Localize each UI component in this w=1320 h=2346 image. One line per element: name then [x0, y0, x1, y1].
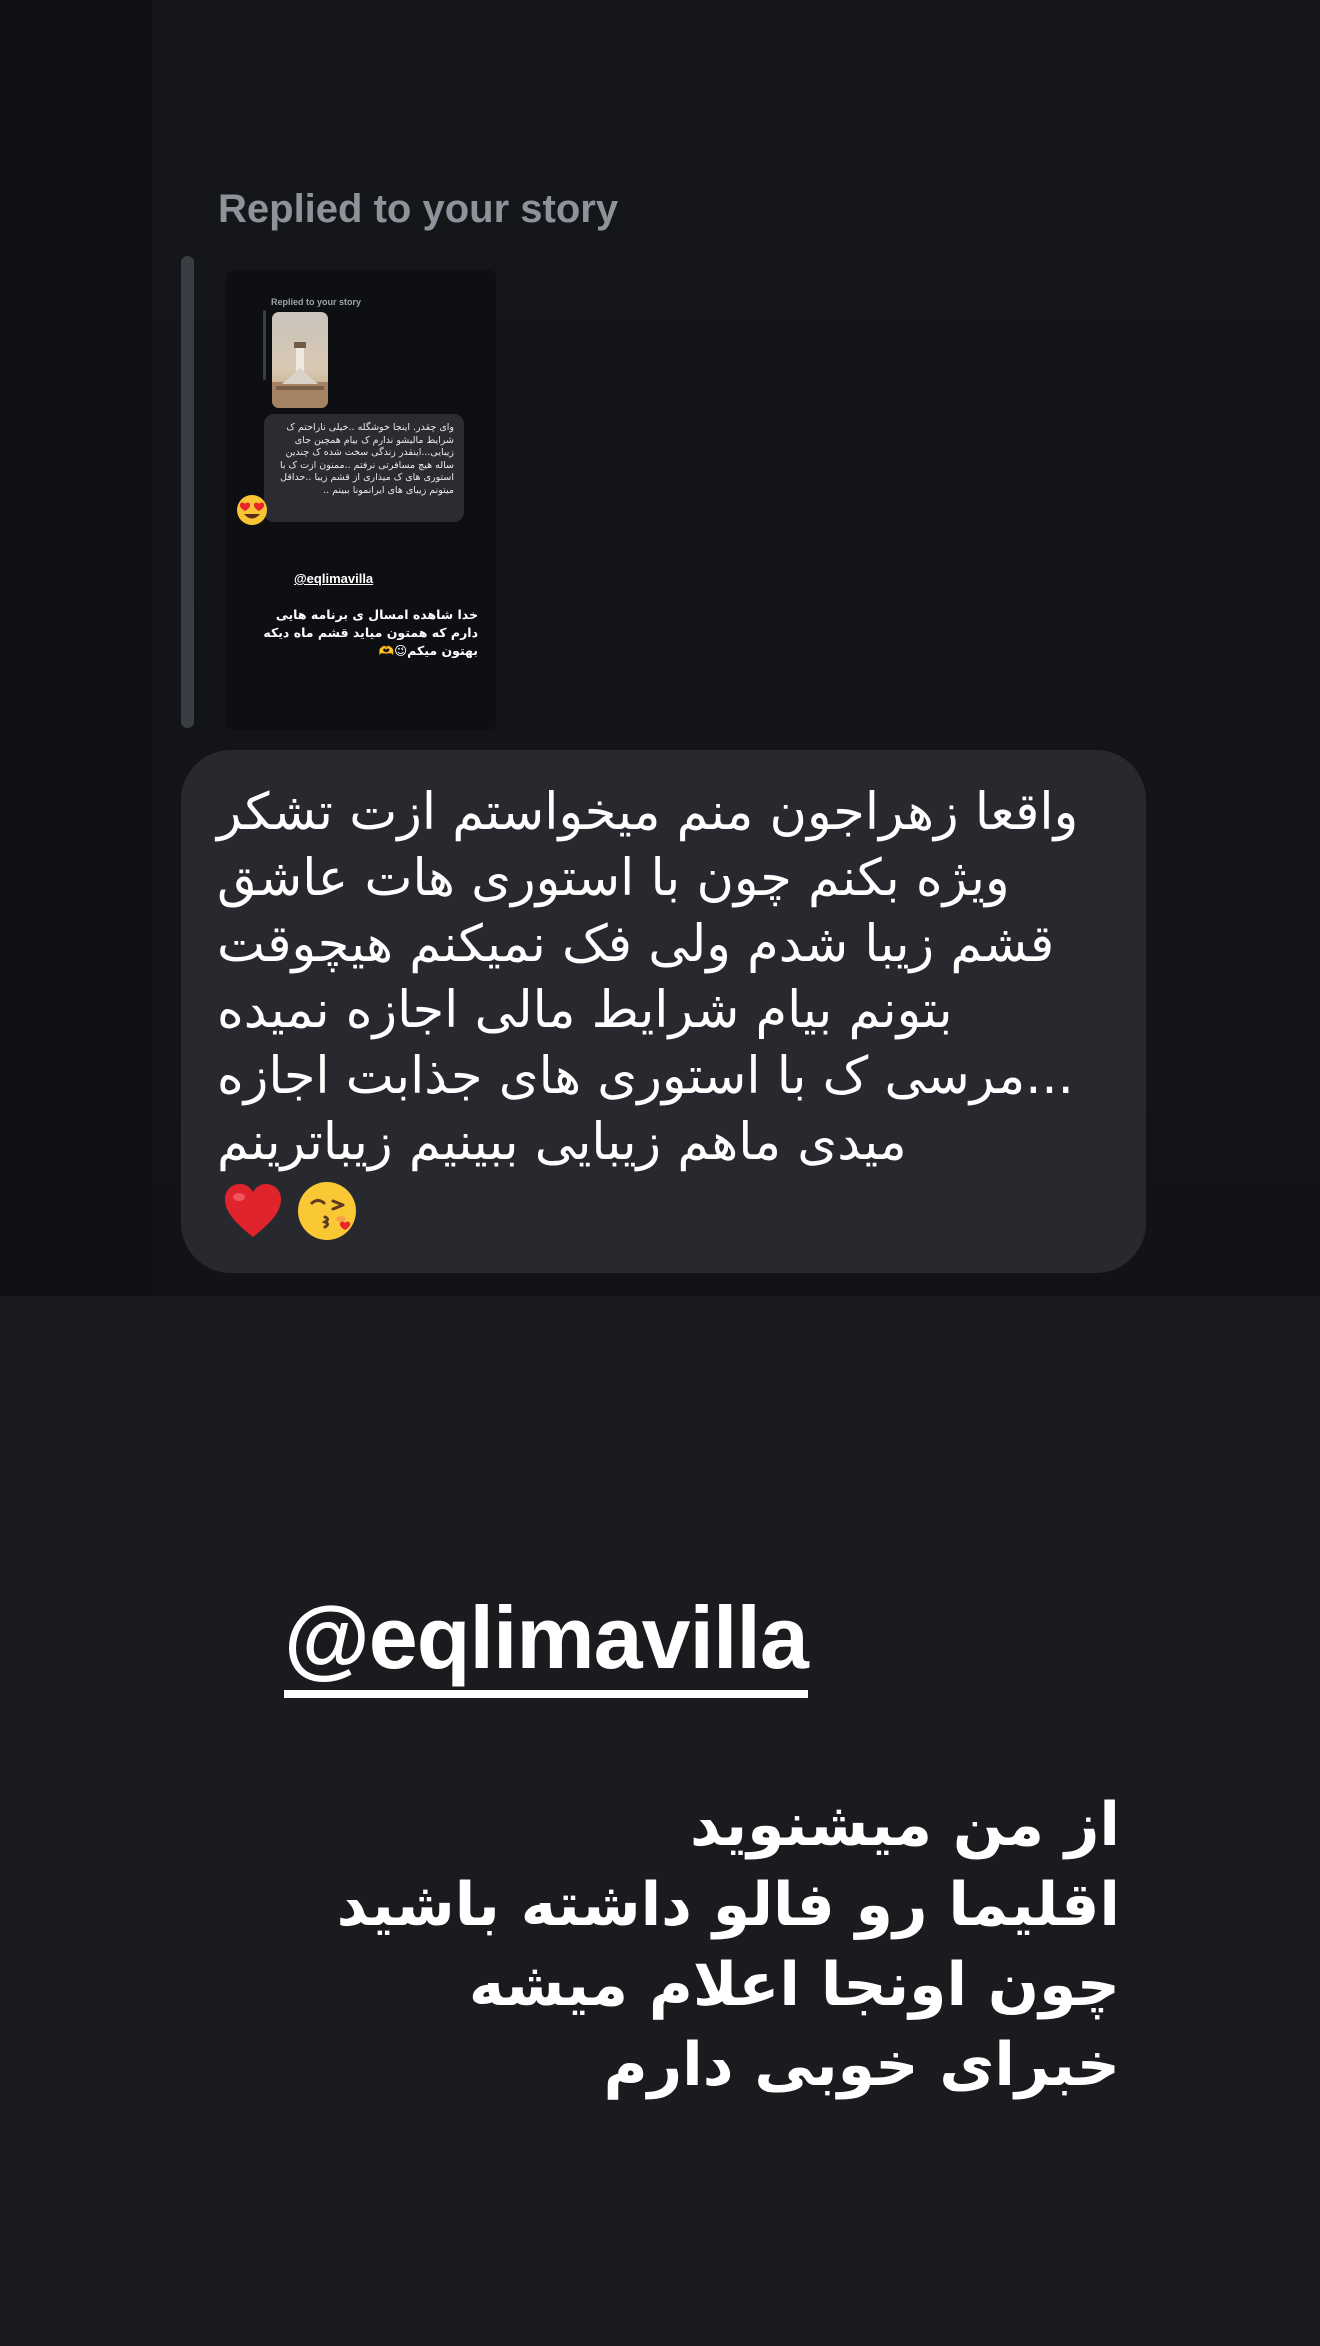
story-photo-thumbnail [272, 312, 328, 408]
reply-indicator-bar [181, 256, 194, 728]
overlay-handle-link[interactable]: @eqlimavilla [284, 1590, 809, 1698]
message-emojis [223, 1180, 361, 1246]
heart-eyes-emoji-icon [236, 494, 268, 526]
story-preview[interactable]: Replied to your story وای چقدر. اینجا خو… [226, 270, 496, 730]
story-mini-message-text: وای چقدر. اینجا خوشگله ..خیلی ناراحتم ک … [280, 422, 454, 496]
story-mini-message-bubble: وای چقدر. اینجا خوشگله ..خیلی ناراحتم ک … [264, 414, 464, 522]
message-text: واقعا زهراجون منم میخواستم ازت تشکر ویژه… [217, 783, 1079, 1172]
replied-to-story-label: Replied to your story [218, 187, 619, 231]
story-caption: خدا شاهده امسال ی برنامه هایی دارم که هم… [263, 607, 478, 658]
kissing-face-emoji-icon [297, 1179, 361, 1247]
story-handle-link[interactable]: @eqlimavilla [294, 571, 373, 586]
heart-emoji-icon [223, 1183, 283, 1243]
overlay-caption: از من میشنوید اقلیما رو فالو داشته باشید… [300, 1785, 1120, 2105]
photo-image [272, 312, 328, 408]
message-bubble[interactable]: واقعا زهراجون منم میخواستم ازت تشکر ویژه… [181, 750, 1146, 1273]
overlay-caption-text: از من میشنوید اقلیما رو فالو داشته باشید… [336, 1790, 1120, 2100]
story-mini-header: Replied to your story [271, 297, 362, 307]
story-mini-reply-bar [263, 310, 266, 380]
